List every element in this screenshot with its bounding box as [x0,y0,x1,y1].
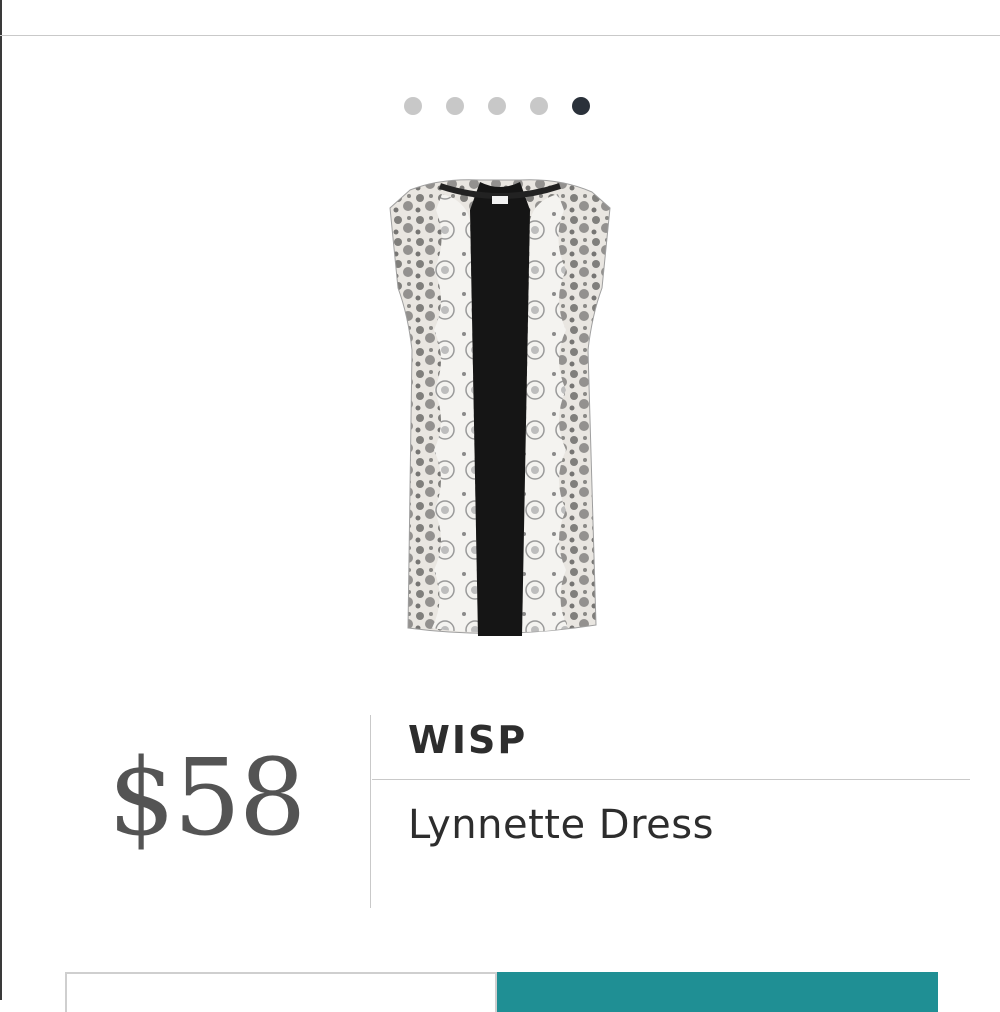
carousel-pagination [404,97,590,115]
horizontal-divider [372,779,970,780]
action-bar [65,972,938,1012]
secondary-action-button[interactable] [65,972,497,1012]
product-image[interactable] [370,170,630,650]
vertical-divider [370,715,371,908]
carousel-dot-3[interactable] [488,97,506,115]
carousel-dot-5-active[interactable] [572,97,590,115]
carousel-dot-2[interactable] [446,97,464,115]
dress-image [389,179,611,636]
product-name: Lynnette Dress [408,802,714,848]
window-edge [0,0,2,1000]
header-divider [0,35,1000,36]
price: $58 [108,736,306,859]
primary-action-button[interactable] [497,972,938,1012]
carousel-dot-4[interactable] [530,97,548,115]
carousel-dot-1[interactable] [404,97,422,115]
brand-name: WISP [408,718,528,762]
